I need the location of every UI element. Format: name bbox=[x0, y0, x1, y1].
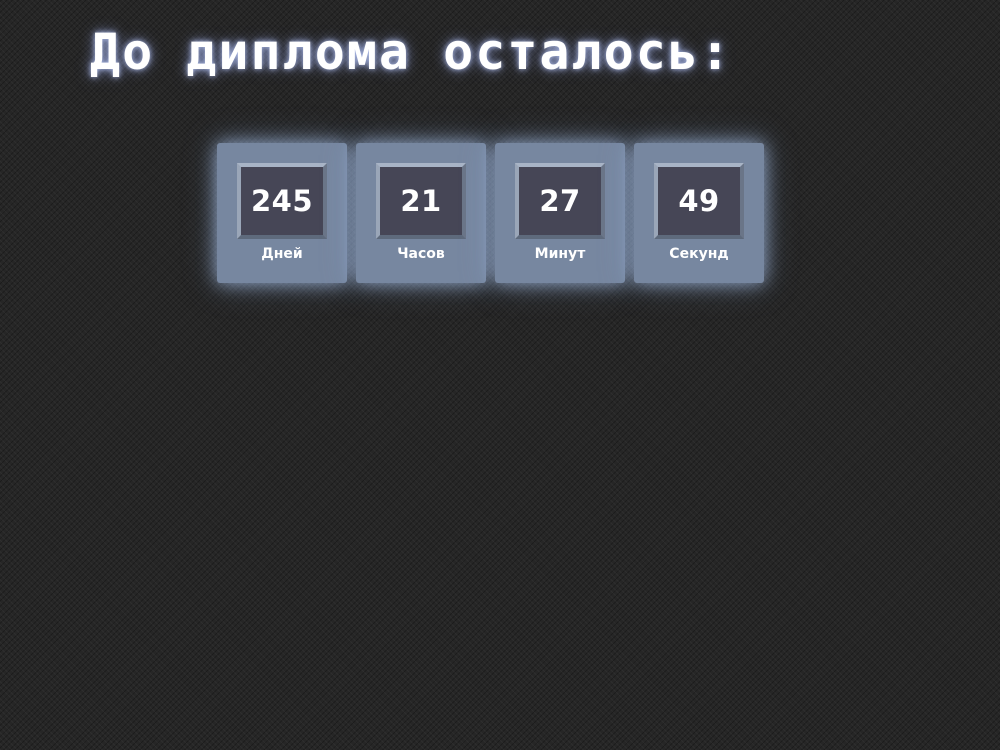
countdown-seconds: 49 Секунд bbox=[634, 143, 764, 283]
page-title: До диплома осталось: bbox=[90, 23, 733, 81]
hours-display: 21 bbox=[376, 163, 466, 239]
days-label: Дней bbox=[261, 246, 303, 262]
days-display: 245 bbox=[237, 163, 327, 239]
minutes-label: Минут bbox=[534, 246, 586, 262]
hours-value: 21 bbox=[400, 184, 442, 218]
countdown-timer: 245 Дней 21 Часов 27 Минут 49 Секунд bbox=[217, 143, 764, 283]
seconds-display: 49 bbox=[654, 163, 744, 239]
seconds-label: Секунд bbox=[669, 246, 729, 262]
hours-label: Часов bbox=[397, 246, 445, 262]
countdown-hours: 21 Часов bbox=[356, 143, 486, 283]
days-value: 245 bbox=[250, 184, 314, 218]
minutes-display: 27 bbox=[515, 163, 605, 239]
countdown-minutes: 27 Минут bbox=[495, 143, 625, 283]
minutes-value: 27 bbox=[539, 184, 581, 218]
countdown-days: 245 Дней bbox=[217, 143, 347, 283]
seconds-value: 49 bbox=[678, 184, 720, 218]
